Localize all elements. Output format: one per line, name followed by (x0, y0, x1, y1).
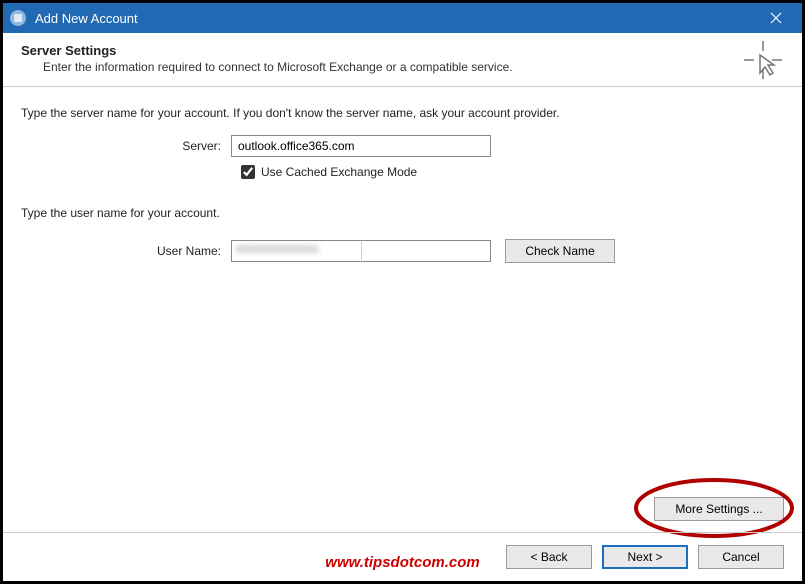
username-prefilled: xxxxxxxxxxxxxxx (231, 240, 361, 262)
server-input[interactable] (231, 135, 491, 157)
cached-mode-checkbox[interactable] (241, 165, 255, 179)
cancel-button[interactable]: Cancel (698, 545, 784, 569)
username-label: User Name: (21, 244, 231, 258)
cached-mode-label: Use Cached Exchange Mode (261, 165, 417, 179)
page-subheading: Enter the information required to connec… (21, 60, 784, 74)
content-area: Type the server name for your account. I… (3, 87, 802, 263)
check-name-button[interactable]: Check Name (505, 239, 615, 263)
window-title: Add New Account (35, 11, 756, 26)
server-instruction: Type the server name for your account. I… (21, 105, 784, 121)
more-settings-area: More Settings ... (654, 497, 784, 521)
titlebar: Add New Account (3, 3, 802, 33)
server-row: Server: (21, 135, 784, 157)
username-input[interactable] (361, 240, 491, 262)
back-button[interactable]: < Back (506, 545, 592, 569)
wizard-footer: < Back Next > Cancel (3, 532, 802, 575)
close-icon[interactable] (756, 3, 796, 33)
next-button[interactable]: Next > (602, 545, 688, 569)
username-row: User Name: xxxxxxxxxxxxxxx Check Name (21, 239, 784, 263)
server-label: Server: (21, 139, 231, 153)
cursor-icon (742, 39, 784, 84)
cached-mode-row: Use Cached Exchange Mode (241, 165, 784, 179)
app-icon (9, 9, 27, 27)
user-instruction: Type the user name for your account. (21, 205, 784, 221)
page-heading: Server Settings (21, 43, 784, 58)
more-settings-button[interactable]: More Settings ... (654, 497, 784, 521)
wizard-header: Server Settings Enter the information re… (3, 33, 802, 87)
